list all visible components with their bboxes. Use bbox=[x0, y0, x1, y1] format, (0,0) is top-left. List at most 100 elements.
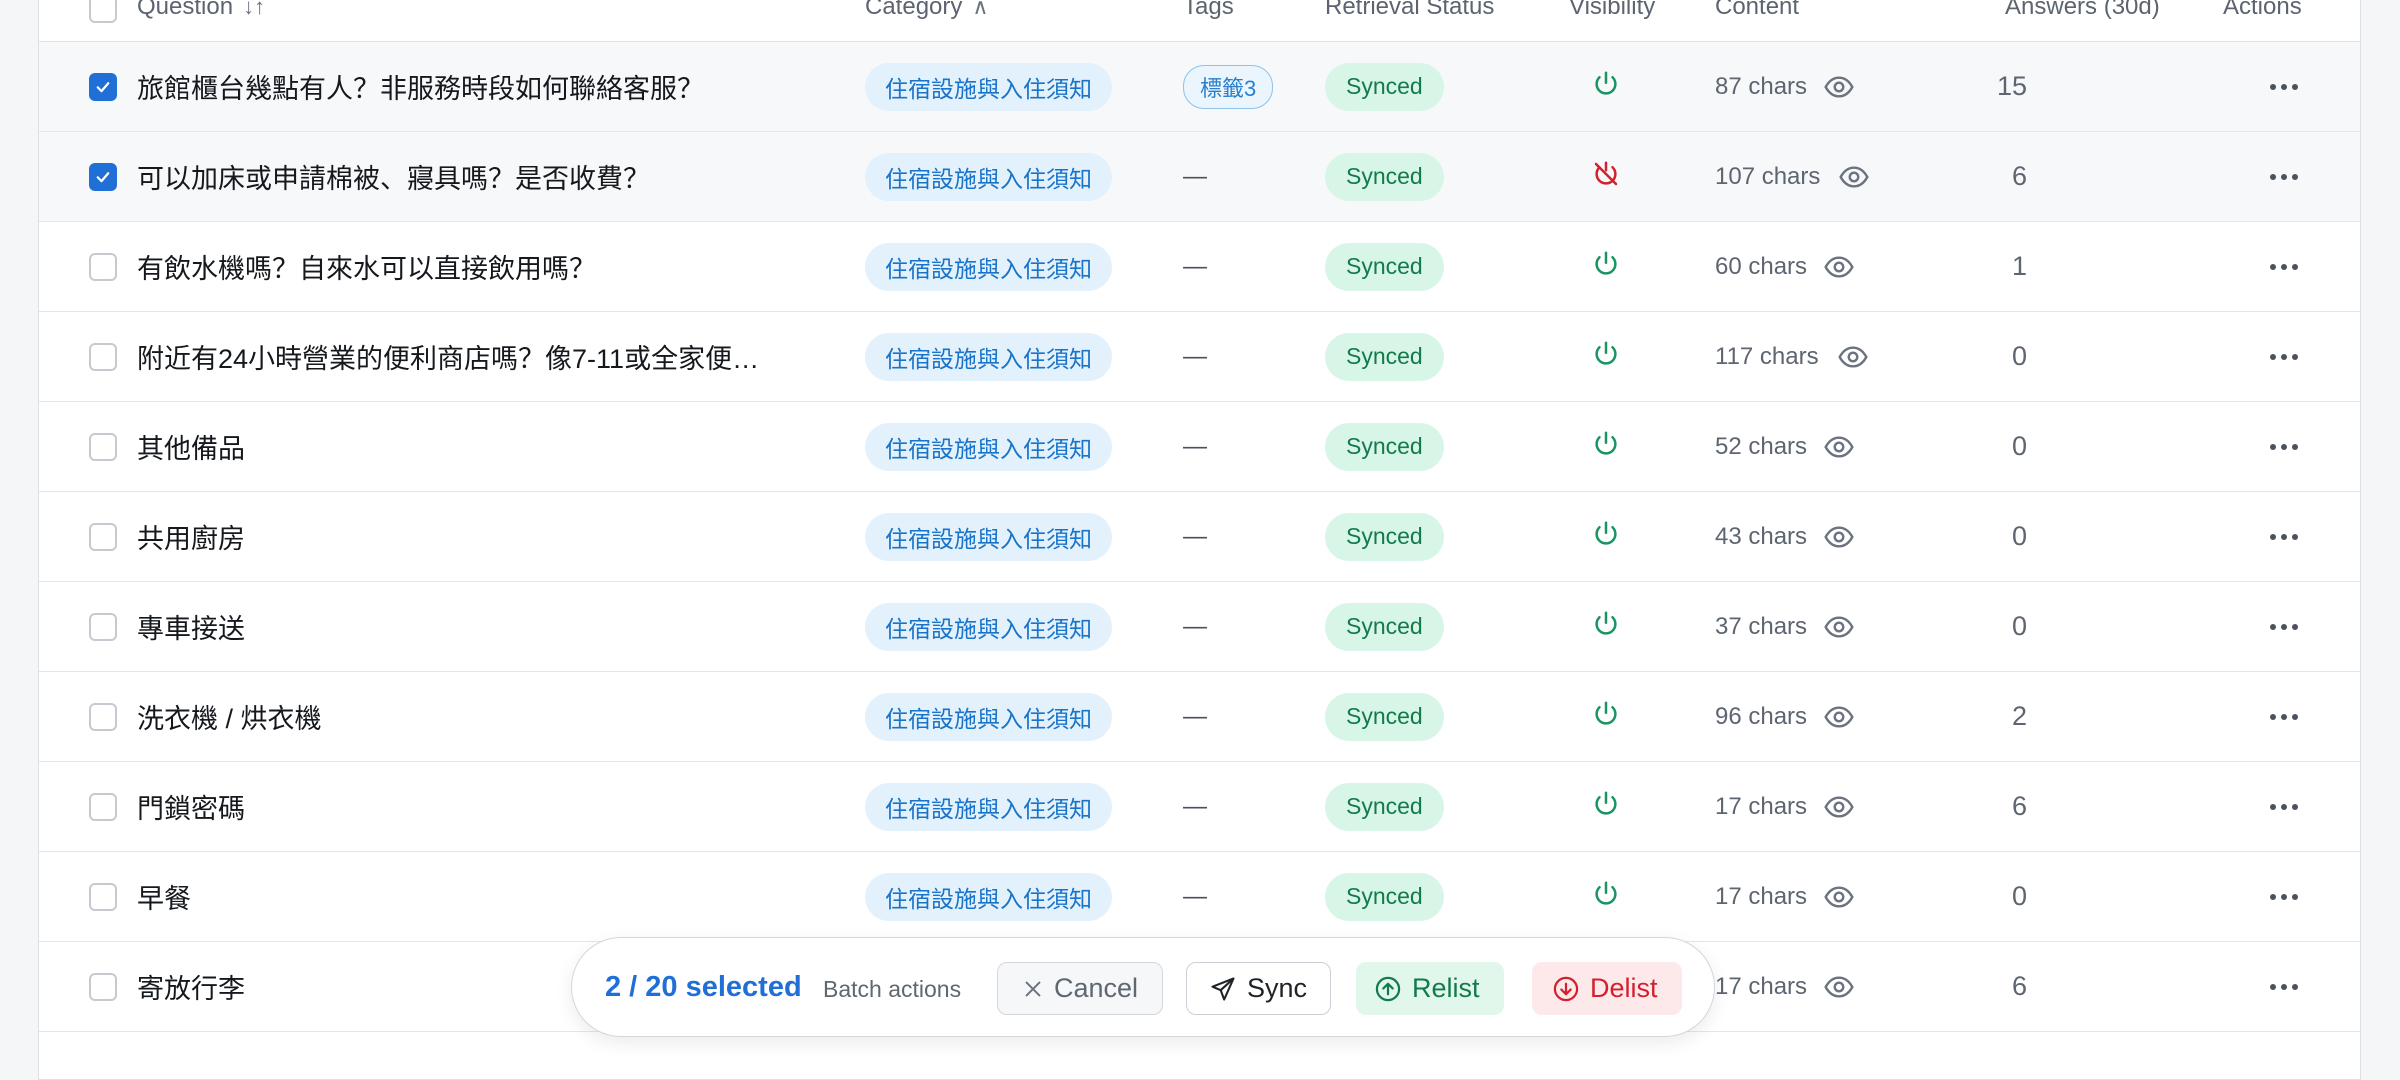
answers-cell: 1 bbox=[1967, 222, 2027, 311]
row-checkbox[interactable] bbox=[89, 702, 117, 731]
question-cell: 早餐 bbox=[137, 852, 191, 941]
more-horizontal-icon[interactable] bbox=[2269, 893, 2299, 901]
row-checkbox[interactable] bbox=[89, 792, 117, 821]
answers-count: 1 bbox=[2011, 251, 2027, 281]
eye-icon[interactable] bbox=[1823, 611, 1855, 643]
batch-actions-label: Batch actions bbox=[823, 976, 962, 1002]
row-checkbox[interactable] bbox=[89, 162, 117, 191]
question-text[interactable]: 可以加床或申請棉被、寢具嗎？是否收費？ bbox=[137, 157, 650, 196]
power-icon[interactable] bbox=[1591, 519, 1621, 554]
question-text[interactable]: 附近有24小時營業的便利商店嗎？像7-11或全家便… bbox=[137, 337, 759, 376]
content-length: 17 chars bbox=[1715, 882, 1808, 910]
delist-button[interactable]: Delist bbox=[1532, 962, 1682, 1015]
question-text[interactable]: 專車接送 bbox=[137, 607, 245, 646]
row-checkbox[interactable] bbox=[89, 882, 117, 911]
more-horizontal-icon[interactable] bbox=[2269, 443, 2299, 451]
table-row[interactable]: 其他備品 住宿設施與入住須知 — Synced 52 chars 0 bbox=[39, 402, 2360, 492]
send-icon bbox=[1211, 976, 1235, 1001]
table-row[interactable]: 早餐 住宿設施與入住須知 — Synced 17 chars 0 bbox=[39, 852, 2360, 942]
tags-cell: — bbox=[1183, 402, 1207, 491]
table-row[interactable]: 有飲水機嗎？自來水可以直接飲用嗎？ 住宿設施與入住須知 — Synced 60 char… bbox=[39, 222, 2360, 312]
category-badge: 住宿設施與入住須知 bbox=[865, 242, 1112, 291]
eye-icon[interactable] bbox=[1823, 431, 1855, 463]
more-horizontal-icon[interactable] bbox=[2269, 83, 2299, 91]
row-checkbox-cell bbox=[89, 492, 117, 581]
power-icon[interactable] bbox=[1591, 249, 1621, 284]
chevron-up-icon[interactable]: ∧ bbox=[972, 0, 988, 19]
question-text[interactable]: 寄放行李 bbox=[137, 967, 245, 1006]
sync-button[interactable]: Sync bbox=[1186, 962, 1331, 1015]
table-row[interactable]: 共用廚房 住宿設施與入住須知 — Synced 43 chars 0 bbox=[39, 492, 2360, 582]
more-horizontal-icon[interactable] bbox=[2269, 533, 2299, 541]
eye-icon[interactable] bbox=[1823, 251, 1855, 283]
more-horizontal-icon[interactable] bbox=[2269, 713, 2299, 721]
more-horizontal-icon[interactable] bbox=[2269, 623, 2299, 631]
column-category[interactable]: Category ∧ bbox=[865, 0, 989, 21]
cancel-button[interactable]: Cancel bbox=[997, 962, 1163, 1015]
actions-cell bbox=[2269, 672, 2299, 761]
tags-cell: — bbox=[1183, 312, 1207, 401]
content-length: 87 chars bbox=[1715, 72, 1808, 100]
row-checkbox-cell bbox=[89, 672, 117, 761]
question-text[interactable]: 共用廚房 bbox=[137, 517, 245, 556]
eye-icon[interactable] bbox=[1823, 971, 1855, 1003]
visibility-cell bbox=[1591, 672, 1621, 761]
eye-icon[interactable] bbox=[1823, 881, 1855, 913]
eye-icon[interactable] bbox=[1823, 521, 1855, 553]
row-checkbox[interactable] bbox=[89, 342, 117, 371]
answers-count: 6 bbox=[2011, 971, 2027, 1001]
power-icon[interactable] bbox=[1591, 609, 1621, 644]
power-icon[interactable] bbox=[1591, 429, 1621, 464]
tag-empty: — bbox=[1183, 612, 1207, 640]
more-horizontal-icon[interactable] bbox=[2269, 803, 2299, 811]
power-icon[interactable] bbox=[1591, 789, 1621, 824]
question-text[interactable]: 早餐 bbox=[137, 877, 191, 916]
answers-count: 6 bbox=[2011, 161, 2027, 191]
sort-icon[interactable]: ↓↑ bbox=[243, 0, 265, 19]
visibility-cell bbox=[1591, 132, 1621, 221]
more-horizontal-icon[interactable] bbox=[2269, 263, 2299, 271]
question-cell: 洗衣機 / 烘衣機 bbox=[137, 672, 322, 761]
row-checkbox[interactable] bbox=[89, 72, 117, 101]
question-text[interactable]: 旅館櫃台幾點有人？非服務時段如何聯絡客服？ bbox=[137, 67, 704, 106]
eye-icon[interactable] bbox=[1837, 341, 1869, 373]
question-text[interactable]: 門鎖密碼 bbox=[137, 787, 245, 826]
category-badge: 住宿設施與入住須知 bbox=[865, 782, 1112, 831]
row-checkbox[interactable] bbox=[89, 972, 117, 1001]
table-row[interactable]: 附近有24小時營業的便利商店嗎？像7-11或全家便… 住宿設施與入住須知 — Sync… bbox=[39, 312, 2360, 402]
eye-icon[interactable] bbox=[1838, 161, 1870, 193]
row-checkbox[interactable] bbox=[89, 522, 117, 551]
table-row[interactable]: 門鎖密碼 住宿設施與入住須知 — Synced 17 chars 6 bbox=[39, 762, 2360, 852]
eye-icon[interactable] bbox=[1823, 71, 1855, 103]
power-off-icon[interactable] bbox=[1591, 159, 1621, 194]
row-checkbox[interactable] bbox=[89, 252, 117, 281]
column-answers: Answers (30d) bbox=[2005, 0, 2160, 20]
answers-cell: 6 bbox=[1967, 942, 2027, 1031]
table-row[interactable]: 洗衣機 / 烘衣機 住宿設施與入住須知 — Synced 96 chars 2 bbox=[39, 672, 2360, 762]
power-icon[interactable] bbox=[1591, 69, 1621, 104]
question-text[interactable]: 洗衣機 / 烘衣機 bbox=[137, 697, 322, 736]
table-row[interactable]: 專車接送 住宿設施與入住須知 — Synced 37 chars 0 bbox=[39, 582, 2360, 672]
tag-empty: — bbox=[1183, 522, 1207, 550]
more-horizontal-icon[interactable] bbox=[2269, 353, 2299, 361]
select-all-checkbox[interactable] bbox=[89, 0, 117, 23]
power-icon[interactable] bbox=[1591, 699, 1621, 734]
table-row[interactable]: 可以加床或申請棉被、寢具嗎？是否收費？ 住宿設施與入住須知 — Synced 107 c… bbox=[39, 132, 2360, 222]
eye-icon[interactable] bbox=[1823, 701, 1855, 733]
row-checkbox[interactable] bbox=[89, 432, 117, 461]
power-icon[interactable] bbox=[1591, 879, 1621, 914]
answers-count: 0 bbox=[2011, 341, 2027, 371]
more-horizontal-icon[interactable] bbox=[2269, 983, 2299, 991]
category-cell: 住宿設施與入住須知 bbox=[865, 312, 1112, 401]
table-row[interactable]: 旅館櫃台幾點有人？非服務時段如何聯絡客服？ 住宿設施與入住須知 標籤3 Synced 8… bbox=[39, 42, 2360, 132]
eye-icon[interactable] bbox=[1823, 791, 1855, 823]
question-text[interactable]: 有飲水機嗎？自來水可以直接飲用嗎？ bbox=[137, 247, 596, 286]
power-icon[interactable] bbox=[1591, 339, 1621, 374]
more-horizontal-icon[interactable] bbox=[2269, 173, 2299, 181]
relist-button[interactable]: Relist bbox=[1356, 962, 1504, 1015]
column-question[interactable]: Question ↓↑ bbox=[137, 0, 265, 21]
question-text[interactable]: 其他備品 bbox=[137, 427, 245, 466]
row-checkbox[interactable] bbox=[89, 612, 117, 641]
row-checkbox-cell bbox=[89, 222, 117, 311]
actions-cell bbox=[2269, 582, 2299, 671]
